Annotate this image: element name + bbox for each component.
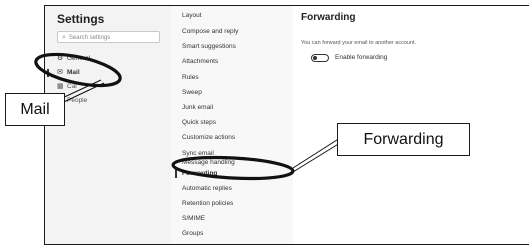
mail-menu-item[interactable]: Compose and reply xyxy=(182,27,238,37)
sidebar-item-label: General xyxy=(67,55,91,62)
mail-settings-menu: Layout Compose and reply Smart suggestions… xyxy=(171,6,294,244)
search-input[interactable]: ⌕ Search settings xyxy=(57,31,160,43)
mail-menu-item[interactable]: Sweep xyxy=(182,88,202,98)
enable-forwarding-label: Enable forwarding xyxy=(335,54,388,61)
search-placeholder: Search settings xyxy=(68,35,111,41)
calendar-icon: ▦ xyxy=(57,83,64,90)
mail-menu-item[interactable]: Forwarding xyxy=(182,169,217,179)
mail-menu-item[interactable]: Smart suggestions xyxy=(182,42,236,52)
mail-menu-item[interactable]: Automatic replies xyxy=(182,184,232,194)
mail-menu-item[interactable]: Layout xyxy=(182,11,202,21)
sidebar-item-general[interactable]: ⚙ General xyxy=(57,54,90,64)
sidebar-item-label: Mail xyxy=(67,69,80,76)
mail-menu-item[interactable]: Retention policies xyxy=(182,199,233,209)
mail-menu-item[interactable]: Attachments xyxy=(182,57,218,67)
mail-menu-item[interactable]: Message handling xyxy=(182,158,235,168)
sidebar-item-mail[interactable]: ✉ Mail xyxy=(57,68,80,78)
mail-menu-item[interactable]: Customize actions xyxy=(182,133,235,143)
mail-menu-item[interactable]: S/MIME xyxy=(182,214,205,224)
enable-forwarding-toggle[interactable] xyxy=(311,54,329,62)
mail-menu-item[interactable]: Junk email xyxy=(182,103,213,113)
page-description: You can forward your email to another ac… xyxy=(301,40,417,46)
forwarding-callout: Forwarding xyxy=(337,123,470,156)
mail-menu-item[interactable]: Rules xyxy=(182,73,199,83)
page-title: Forwarding xyxy=(301,12,356,23)
mail-icon: ✉ xyxy=(57,69,63,76)
mail-callout-label: Mail xyxy=(20,100,50,118)
selection-indicator xyxy=(47,69,49,77)
sidebar-item-calendar[interactable]: ▦ Cal xyxy=(57,82,77,92)
settings-title: Settings xyxy=(57,12,105,26)
sidebar-item-label: Cal xyxy=(67,83,77,90)
selection-indicator xyxy=(175,169,177,178)
mail-callout: Mail xyxy=(5,93,65,126)
sidebar-item-label: People xyxy=(67,97,88,104)
toggle-knob xyxy=(313,56,317,60)
search-icon: ⌕ xyxy=(62,34,66,41)
mail-menu-item[interactable]: Quick steps xyxy=(182,118,216,128)
forwarding-callout-label: Forwarding xyxy=(363,130,444,148)
mail-menu-item[interactable]: Groups xyxy=(182,229,203,239)
gear-icon: ⚙ xyxy=(57,55,64,62)
